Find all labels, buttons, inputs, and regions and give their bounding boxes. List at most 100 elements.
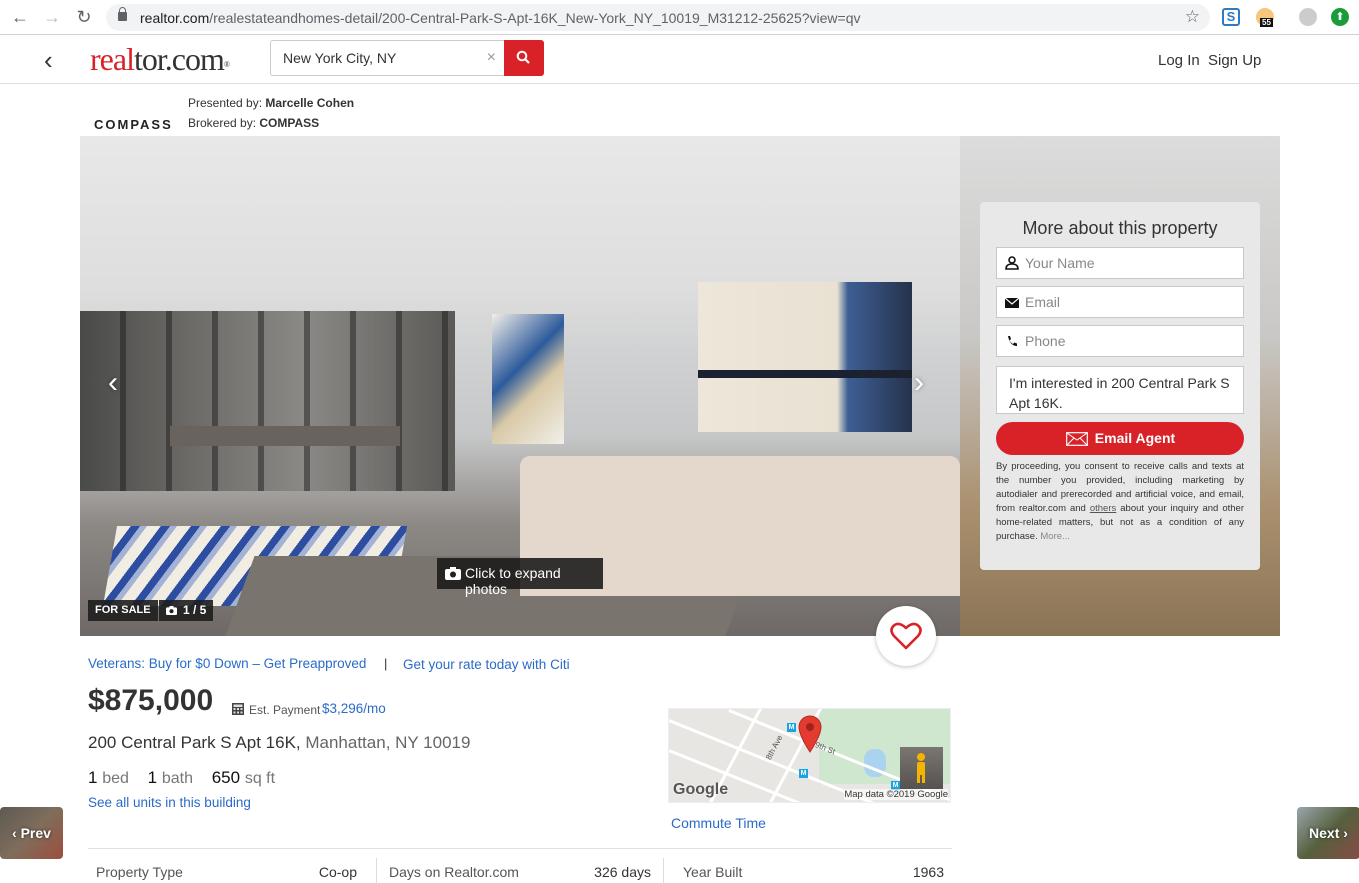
subway-icon: M	[787, 723, 796, 732]
phone-icon	[1008, 336, 1017, 346]
clear-search-icon[interactable]: ×	[487, 49, 496, 67]
extension-media-icon[interactable]: 55	[1256, 8, 1274, 27]
brokerage-name: COMPASS	[259, 116, 320, 130]
table-divider	[88, 848, 952, 849]
envelope-icon	[1005, 297, 1019, 308]
back-chevron-icon[interactable]: ‹	[44, 47, 53, 73]
citi-rate-link[interactable]: Get your rate today with Citi	[403, 657, 570, 672]
phone-input[interactable]	[1025, 326, 1237, 356]
presented-by: Presented by: Marcelle Cohen	[188, 96, 354, 110]
prev-listing-button[interactable]: ‹ Prev	[0, 807, 63, 859]
phone-field	[996, 325, 1244, 357]
photo-windows	[80, 311, 455, 491]
column-divider	[663, 858, 664, 883]
consent-others-link[interactable]: others	[1090, 503, 1116, 514]
subway-icon: M	[799, 769, 808, 778]
next-label: Next	[1309, 825, 1340, 841]
message-textarea[interactable]: I'm interested in 200 Central Park S Apt…	[996, 366, 1244, 414]
browser-toolbar: ← → ↻ realtor.com/realestateandhomes-det…	[0, 0, 1359, 35]
lead-form-title: More about this property	[1022, 218, 1218, 238]
extension-update-icon[interactable]: ⬆	[1331, 8, 1349, 26]
browser-reload-icon[interactable]: ↻	[72, 6, 96, 30]
beds-unit: bed	[102, 770, 129, 787]
see-all-units-link[interactable]: See all units in this building	[88, 795, 251, 810]
logo-dark-text: tor.com	[133, 41, 225, 77]
gallery-prev-arrow[interactable]: ‹	[108, 368, 118, 398]
search-button[interactable]	[504, 40, 544, 76]
search-icon	[516, 50, 530, 64]
photo-counter-text: 1 / 5	[183, 603, 207, 617]
presented-label: Presented by:	[188, 96, 263, 110]
expand-photos-button[interactable]: Click to expand photos	[437, 558, 603, 597]
lead-form: More about this property I'm interested …	[980, 202, 1260, 570]
logo-red-text: real	[90, 41, 135, 77]
est-payment-link[interactable]: $3,296/mo	[322, 701, 386, 716]
listing-specs: 1 bed 1 bath 650 sq ft	[88, 768, 289, 788]
consent-text: By proceeding, you consent to receive ca…	[996, 460, 1244, 544]
brokered-by: Brokered by: COMPASS	[188, 116, 319, 130]
days-on-market-label: Days on Realtor.com	[389, 864, 519, 880]
street-view-thumbnail[interactable]	[900, 747, 943, 789]
photo-counter: 1 / 5	[159, 600, 214, 621]
email-agent-label: Email Agent	[1094, 430, 1176, 446]
link-separator: |	[384, 656, 388, 671]
sqft-unit: sq ft	[244, 770, 276, 787]
address-city: Manhattan, NY 10019	[305, 733, 471, 752]
year-built-value: 1963	[912, 864, 944, 880]
map-pin-icon	[798, 715, 822, 753]
browser-forward-icon[interactable]: →	[40, 6, 64, 30]
gallery-next-arrow[interactable]: ›	[914, 368, 924, 398]
site-header: ‹ realtor.com® × Log In Sign Up	[0, 35, 1359, 84]
prev-label: Prev	[20, 825, 51, 841]
address-bar[interactable]: realtor.com/realestateandhomes-detail/20…	[106, 4, 1210, 31]
veterans-link[interactable]: Veterans: Buy for $0 Down – Get Preappro…	[88, 656, 366, 671]
save-listing-button[interactable]	[876, 606, 936, 666]
extension-badge: 55	[1260, 18, 1273, 27]
extension-flower-icon[interactable]	[1299, 8, 1317, 26]
map-attribution: Map data ©2019 Google	[844, 789, 948, 800]
pegman-icon	[917, 753, 925, 783]
realtor-logo[interactable]: realtor.com®	[90, 41, 230, 77]
extension-s-icon[interactable]: S	[1222, 8, 1240, 26]
location-map[interactable]: M M M 8th Ave W 59th St Google Map data …	[668, 708, 951, 803]
search-box: ×	[270, 40, 506, 76]
name-field	[996, 247, 1244, 279]
address-street: 200 Central Park S Apt 16K,	[88, 733, 301, 752]
listing-price: $875,000	[88, 684, 214, 717]
bookmark-star-icon[interactable]: ☆	[1185, 7, 1200, 27]
logo-registered: ®	[223, 60, 230, 69]
email-input[interactable]	[1025, 287, 1237, 317]
person-icon	[1005, 256, 1019, 270]
column-divider	[376, 858, 377, 883]
email-agent-button[interactable]: Email Agent	[996, 422, 1244, 455]
calculator-icon[interactable]	[232, 703, 244, 715]
baths-value: 1	[147, 768, 158, 787]
year-built-label: Year Built	[683, 864, 743, 880]
signup-link[interactable]: Sign Up	[1208, 52, 1261, 69]
name-input[interactable]	[1025, 248, 1237, 278]
location-search-input[interactable]	[271, 41, 471, 75]
listing-address: 200 Central Park S Apt 16K, Manhattan, N…	[88, 733, 470, 753]
url-path: /realestateandhomes-detail/200-Central-P…	[209, 10, 861, 26]
camera-icon	[445, 567, 461, 580]
lock-icon	[118, 7, 127, 21]
agent-name: Marcelle Cohen	[265, 96, 355, 110]
consent-more-link[interactable]: More...	[1040, 531, 1070, 542]
brokered-label: Brokered by:	[188, 116, 257, 130]
photo-dining-table	[170, 426, 400, 446]
photo-painting-left	[492, 314, 564, 444]
url-host: realtor.com	[140, 10, 210, 26]
property-type-label: Property Type	[96, 864, 183, 880]
login-link[interactable]: Log In	[1158, 52, 1200, 69]
est-payment-label: Est. Payment	[249, 703, 321, 717]
google-logo: Google	[673, 781, 729, 798]
status-badge: FOR SALE	[88, 600, 158, 621]
browser-back-icon[interactable]: ←	[8, 6, 32, 30]
commute-time-link[interactable]: Commute Time	[671, 815, 766, 831]
email-field	[996, 286, 1244, 318]
heart-icon	[890, 622, 922, 650]
baths-unit: bath	[161, 770, 193, 787]
next-listing-button[interactable]: Next ›	[1297, 807, 1359, 859]
days-on-market-value: 326 days	[594, 864, 651, 880]
photo-painting-right	[698, 282, 912, 432]
